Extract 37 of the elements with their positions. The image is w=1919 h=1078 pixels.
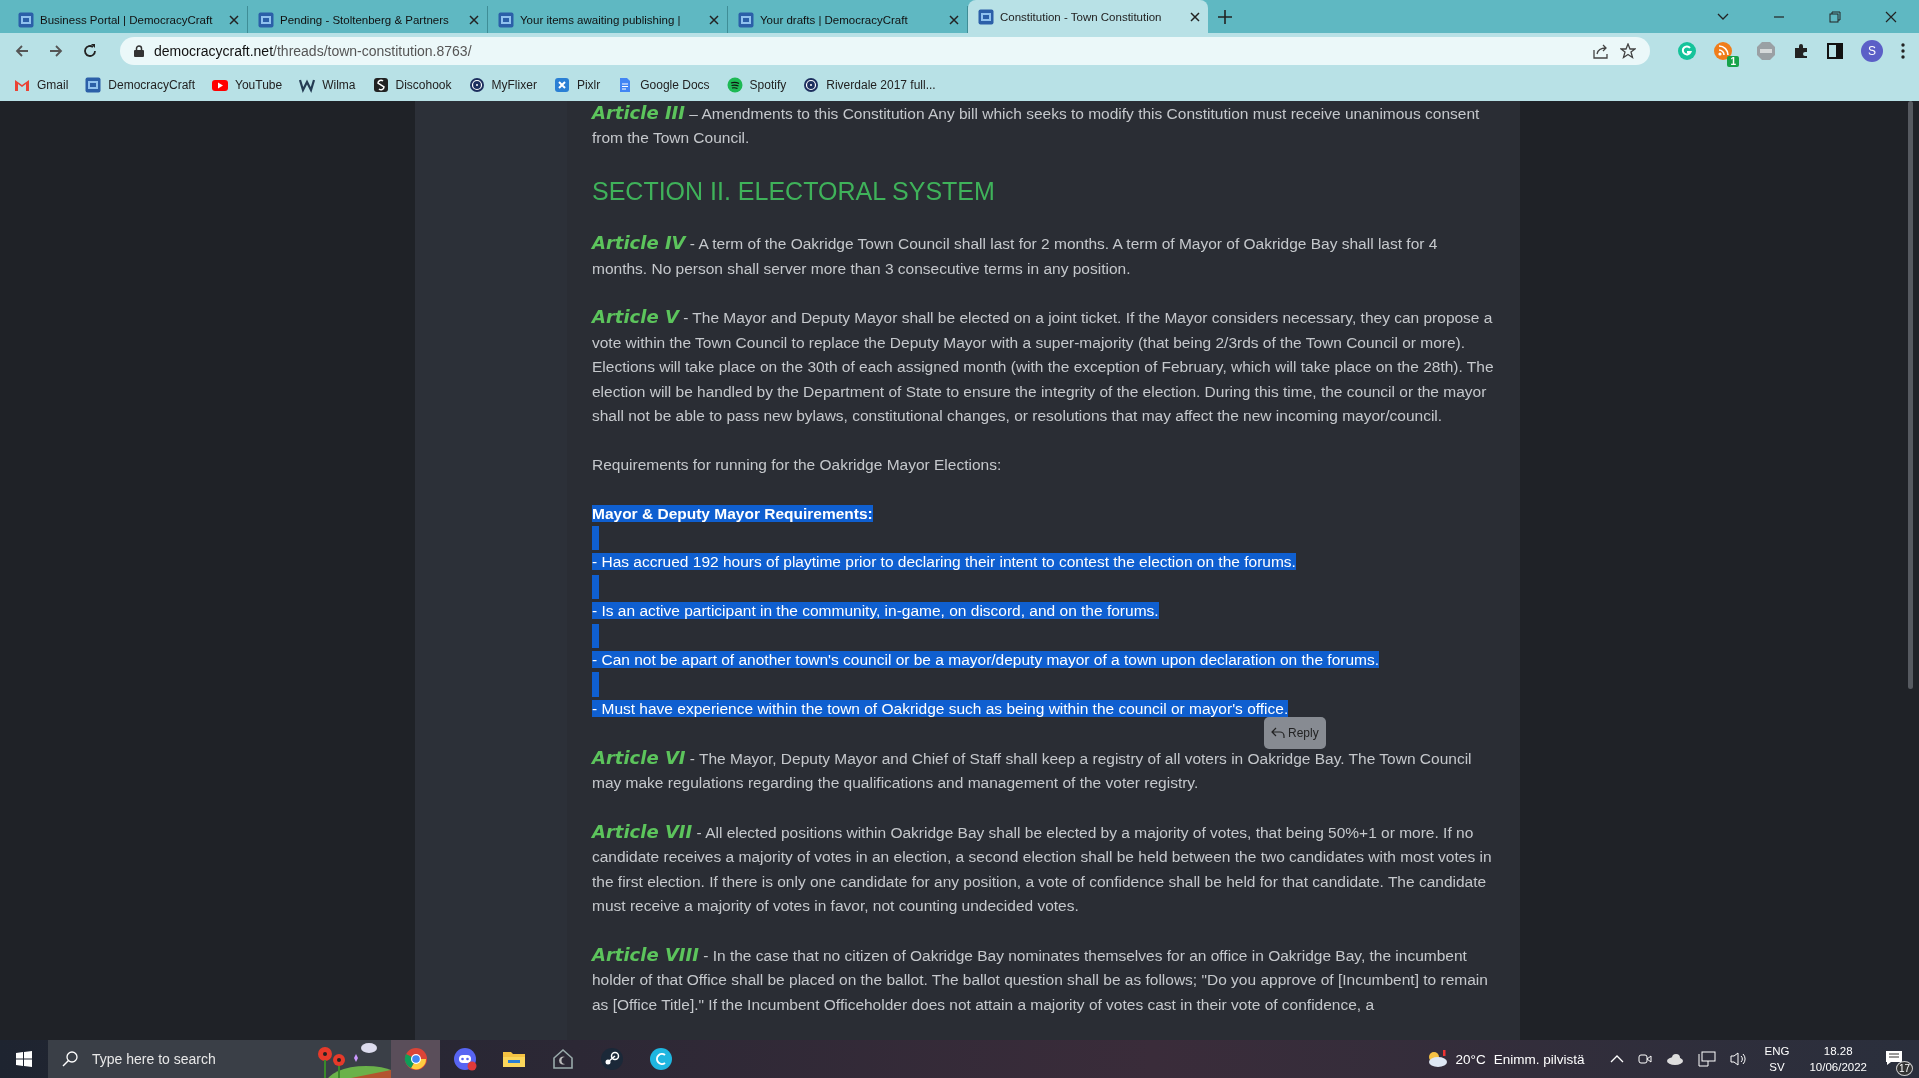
bookmark[interactable]: DemocracyCraft bbox=[85, 77, 196, 93]
paragraph: Article VII - All elected positions within Oakridge Bay shall be elected by a majority of votes, that being 50%+1 or more. If no candidate receives a majority of votes in an election, a second election shall be held between the two candidates with most votes in the first election. If there is only one candidate for any position, a vote of confidence shall be held for that candidate. The candidate must receive a majority of votes in favor, not counting undecided votes. bbox=[592, 819, 1493, 917]
reply-button[interactable]: Reply bbox=[1264, 716, 1326, 749]
bookmark[interactable]: MyFlixer bbox=[468, 77, 537, 93]
clock[interactable]: 18.28 10/06/2022 bbox=[1809, 1043, 1867, 1075]
notification-badge: 1 bbox=[1727, 56, 1739, 67]
bookmark[interactable]: Spotify bbox=[726, 77, 787, 93]
browser-tab[interactable]: Constitution - Town Constitution bbox=[968, 0, 1208, 33]
weather-widget[interactable]: 20°C Enimm. pilvistä bbox=[1425, 1050, 1585, 1068]
search-field[interactable]: Type here to search bbox=[48, 1040, 391, 1078]
paragraph: - Has accrued 192 hours of playtime prior to declaring their intent to contest the election on the forums. bbox=[592, 552, 1296, 573]
paragraph: Article V - The Mayor and Deputy Mayor shall be elected on a joint ticket. If the Mayor considers necessary, they can propose a vote within the Town Council to replace the Deputy Mayor with a super-majority (that being 2/3rds of the Town Council or more). Elections will take place on the 30th of each assigned month (with the exception of February, which will take place on the 28th). The election will be handled by the Department of State to ensure the integrity of the election. During this time, the council or the mayor shall not be able to pass new bylaws, constitutional changes, or resolutions that may affect the new incoming mayor/council. bbox=[592, 305, 1495, 427]
paragraph: Article VIII - In the case that no citizen of Oakridge Bay nominates themselves for an office in Oakridge Bay, the incumbent holder of that Office shall be placed on the ballot. The ballot question shall be as follows; "Do you approve of [Incumbent] to remain as [Office Title]." If the Incumbent Officeholder does not attain a majority of votes cast in their vote of confidence, a bbox=[592, 942, 1489, 1015]
paragraph: Requirements for running for the Oakridge Mayor Elections: bbox=[592, 454, 1003, 475]
browser-tab[interactable]: Your items awaiting publishing | bbox=[488, 6, 728, 33]
bookmark[interactable]: Riverdale 2017 full... bbox=[803, 77, 936, 93]
paragraph: Article III – Amendments to this Constitution Any bill which seeks to modify this Constitution must receive unanimous consent from the Town Council. bbox=[592, 101, 1481, 149]
notification-button[interactable]: 17 bbox=[1885, 1050, 1913, 1076]
paragraph: - Must have experience within the town of Oakridge such as being within the council or mayor's office. bbox=[592, 698, 1289, 719]
address-bar[interactable]: democracycraft.net/threads/town-constitution.8763/ bbox=[120, 37, 1650, 65]
paragraph: - Can not be apart of another town's council or be a mayor/deputy mayor of a town upon declaration on the forums. bbox=[592, 650, 1380, 671]
paragraph: Article IV - A term of the Oakridge Town Council shall last for 2 months. A term of Mayor of Oakridge Bay shall last for 4 months. No person shall server more than 3 consecutive terms in any position. bbox=[592, 231, 1439, 279]
browser-tab[interactable]: Your drafts | DemocracyCraft bbox=[728, 6, 968, 33]
paragraph: - Is an active participant in the community, in-game, on discord, and on the forums. bbox=[592, 601, 1159, 622]
paragraph: Mayor & Deputy Mayor Requirements: bbox=[592, 503, 873, 524]
bookmark[interactable]: Gmail bbox=[14, 77, 69, 93]
bookmark[interactable]: YouTube bbox=[212, 77, 283, 93]
profile-avatar[interactable]: S bbox=[1861, 40, 1883, 62]
section-heading: SECTION II. ELECTORAL SYSTEM bbox=[592, 176, 996, 208]
language-indicator[interactable]: ENG SV bbox=[1764, 1043, 1790, 1075]
bookmark[interactable]: Google Docs bbox=[617, 77, 710, 93]
bookmark[interactable]: Discohook bbox=[372, 77, 452, 93]
url-text: democracycraft.net/threads/town-constitution.8763/ bbox=[154, 43, 472, 59]
browser-tab[interactable]: Pending - Stoltenberg & Partners bbox=[248, 6, 488, 33]
bookmark[interactable]: Pixlr bbox=[553, 77, 601, 93]
browser-tab[interactable]: Business Portal | DemocracyCraft bbox=[8, 6, 248, 33]
bookmark[interactable]: Wilma bbox=[299, 77, 356, 93]
